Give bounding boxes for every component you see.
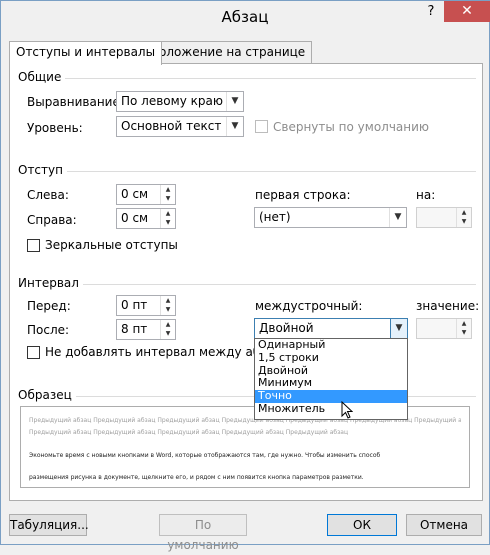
line-spacing-dropdown: Одинарный 1,5 строки Двойной Минимум Точ… [254,338,408,420]
indent-right-value: 0 см [121,211,149,225]
spacing-after-spinner[interactable]: 8 пт ▲ ▼ [116,319,176,340]
spacing-before-label: Перед: [27,299,71,313]
no-space-checkbox[interactable] [27,346,40,359]
collapsed-checkbox[interactable] [255,120,268,133]
preview-previous-line: Предыдущий абзац Предыдущий абзац Предыд… [29,429,349,436]
mouse-cursor-icon [341,401,353,419]
divider [57,171,476,172]
mirror-indents-checkbox[interactable] [27,239,40,252]
first-line-select[interactable]: (нет) ▼ [254,207,407,228]
tab-line-page-breaks[interactable]: Положение на странице [143,41,313,64]
tabs-button[interactable]: Табуляция... [9,514,89,536]
spin-down-icon[interactable]: ▼ [457,217,471,226]
help-button[interactable]: ? [418,2,444,22]
indent-left-label: Слева: [27,188,69,202]
spin-up-icon[interactable]: ▲ [457,319,471,328]
spin-down-icon[interactable]: ▼ [161,218,175,227]
spin-down-icon[interactable]: ▼ [161,329,175,338]
dropdown-option-multiple[interactable]: Множитель [255,402,407,416]
by-label: на: [416,188,436,202]
divider [71,284,476,285]
level-value: Основной текст [121,119,222,133]
close-button[interactable]: ✕ [444,1,490,22]
spin-up-icon[interactable]: ▲ [161,320,175,329]
at-spinner[interactable]: ▲ ▼ [416,318,472,339]
line-spacing-value: Двойной [259,321,314,335]
alignment-label: Выравнивание: [27,95,124,109]
indent-right-label: Справа: [27,213,77,227]
preview-sample-line: Экономьте время с новыми кнопками в Word… [29,452,381,459]
divider [51,78,476,79]
level-label: Уровень: [27,121,83,135]
dropdown-option-1-5[interactable]: 1,5 строки [255,351,407,365]
dropdown-option-single[interactable]: Одинарный [255,338,407,352]
indent-left-spinner[interactable]: 0 см ▲ ▼ [116,184,176,205]
spacing-before-spinner[interactable]: 0 пт ▲ ▼ [116,295,176,316]
spacing-after-label: После: [27,323,70,337]
by-spinner[interactable]: ▲ ▼ [416,207,472,228]
dialog-title: Абзац [221,8,269,26]
tab-indents-spacing[interactable]: Отступы и интервалы [9,41,163,65]
spacing-after-value: 8 пт [121,322,148,336]
chevron-down-icon: ▼ [226,117,243,136]
collapsed-label: Свернуты по умолчанию [273,120,430,134]
paragraph-dialog: Абзац ? ✕ Отступы и интервалы Положение … [0,0,490,552]
spin-up-icon[interactable]: ▲ [161,296,175,305]
first-line-value: (нет) [259,210,291,224]
indent-section-title: Отступ [18,163,67,177]
general-section-title: Общие [18,70,66,84]
spacing-before-value: 0 пт [121,298,148,312]
first-line-label: первая строка: [255,188,351,202]
cancel-button[interactable]: Отмена [406,514,482,536]
preview-section-title: Образец [18,388,76,402]
chevron-down-icon: ▼ [390,319,407,338]
preview-sample-line: размещения рисунка в документе, щелкните… [29,474,364,481]
at-label: значение: [416,299,480,313]
line-spacing-label: междустрочный: [255,299,363,313]
indent-left-value: 0 см [121,187,149,201]
mirror-indents-label: Зеркальные отступы [45,238,178,252]
ok-button[interactable]: ОК [327,514,397,536]
level-select[interactable]: Основной текст ▼ [116,116,244,137]
indent-right-spinner[interactable]: 0 см ▲ ▼ [116,208,176,229]
chevron-down-icon: ▼ [389,208,406,227]
set-default-button[interactable]: По умолчанию [159,514,247,552]
spin-down-icon[interactable]: ▼ [457,328,471,337]
spin-up-icon[interactable]: ▲ [161,185,175,194]
alignment-select[interactable]: По левому краю ▼ [116,91,244,112]
spin-up-icon[interactable]: ▲ [457,208,471,217]
chevron-down-icon: ▼ [226,92,243,111]
line-spacing-select[interactable]: Двойной ▼ [254,318,408,339]
spin-up-icon[interactable]: ▲ [161,209,175,218]
spin-down-icon[interactable]: ▼ [161,194,175,203]
spacing-section-title: Интервал [18,276,83,290]
spin-down-icon[interactable]: ▼ [161,305,175,314]
title-bar: Абзац ? ✕ [1,1,490,34]
alignment-value: По левому краю [121,94,223,108]
